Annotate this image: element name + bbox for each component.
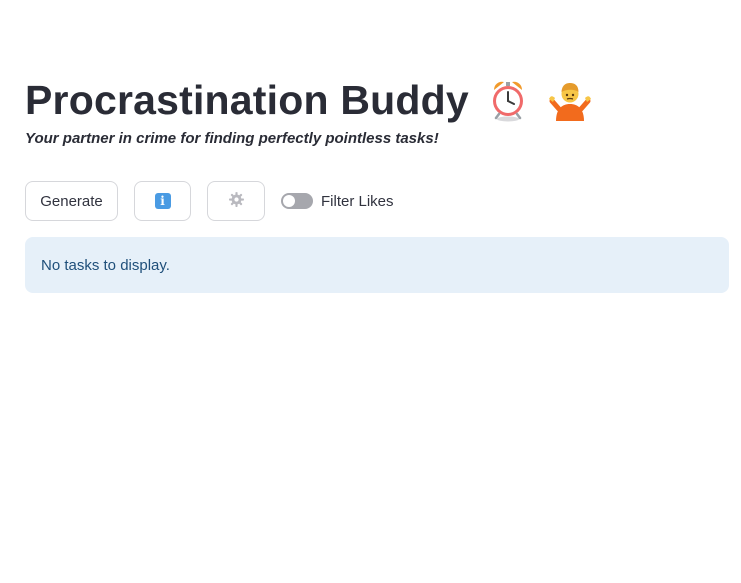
empty-tasks-message: No tasks to display. [41, 256, 170, 274]
generate-button[interactable]: Generate [25, 181, 118, 221]
empty-tasks-alert: No tasks to display. [25, 237, 729, 293]
page-subtitle: Your partner in crime for finding perfec… [25, 130, 439, 147]
settings-button[interactable] [207, 181, 265, 221]
toolbar: Generate i Filter Likes [25, 181, 729, 221]
main-content: Procrastination Buddy Your partner in cr… [25, 74, 729, 293]
info-button[interactable]: i [134, 181, 191, 221]
info-icon: i [154, 193, 171, 209]
app-root: Procrastination Buddy Your partner in cr… [0, 0, 741, 583]
filter-likes-toggle[interactable]: Filter Likes [281, 181, 394, 221]
alarm-clock-icon [487, 77, 529, 123]
toggle-knob [283, 195, 295, 207]
filter-likes-label: Filter Likes [321, 192, 394, 210]
title-row: Procrastination Buddy [25, 74, 729, 126]
page-title: Procrastination Buddy [25, 77, 469, 123]
person-shrugging-icon [547, 77, 591, 123]
toggle-track[interactable] [281, 193, 313, 209]
gear-icon [228, 191, 245, 212]
